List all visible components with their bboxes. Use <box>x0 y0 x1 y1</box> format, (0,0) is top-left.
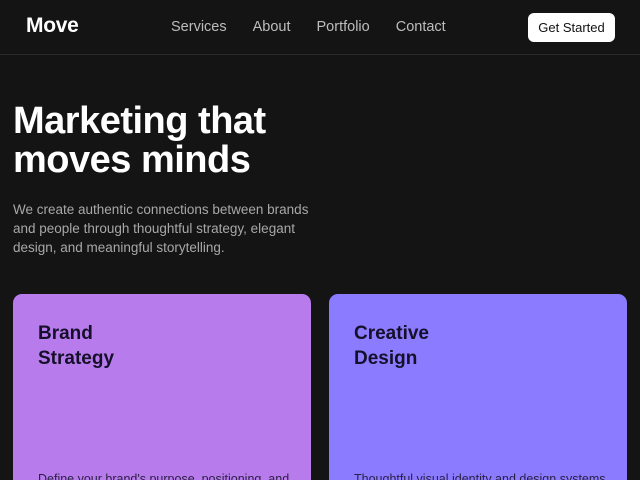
get-started-button[interactable]: Get Started <box>528 13 615 42</box>
logo[interactable]: Move <box>26 14 79 38</box>
nav-link-contact[interactable]: Contact <box>396 19 446 35</box>
card-title-line-1: Creative <box>354 323 429 344</box>
card-title: Brand Strategy <box>38 321 114 371</box>
main-nav: Services About Portfolio Contact <box>171 19 472 35</box>
hero-title: Marketing that moves minds <box>13 102 393 180</box>
card-title: Creative Design <box>354 321 429 371</box>
card-title-line-1: Brand <box>38 323 93 344</box>
hero-description: We create authentic connections between … <box>13 202 309 255</box>
hero-title-line-1: Marketing that <box>13 100 266 142</box>
card-title-line-2: Strategy <box>38 348 115 369</box>
nav-link-about[interactable]: About <box>253 19 291 35</box>
nav-link-portfolio[interactable]: Portfolio <box>317 19 370 35</box>
nav-link-services[interactable]: Services <box>171 19 227 35</box>
card-description: Thoughtful visual identity and design sy… <box>354 472 606 480</box>
site-header: Move Services About Portfolio Contact Ge… <box>0 0 640 55</box>
page: Move Services About Portfolio Contact Ge… <box>0 0 640 480</box>
card-title-line-2: Design <box>354 348 418 369</box>
card-description: Define your brand's purpose, positioning… <box>38 472 290 480</box>
brand-strategy-card[interactable]: Brand Strategy Define your brand's purpo… <box>13 294 311 480</box>
creative-design-card[interactable]: Creative Design Thoughtful visual identi… <box>329 294 627 480</box>
hero-title-line-2: moves minds <box>13 139 251 181</box>
